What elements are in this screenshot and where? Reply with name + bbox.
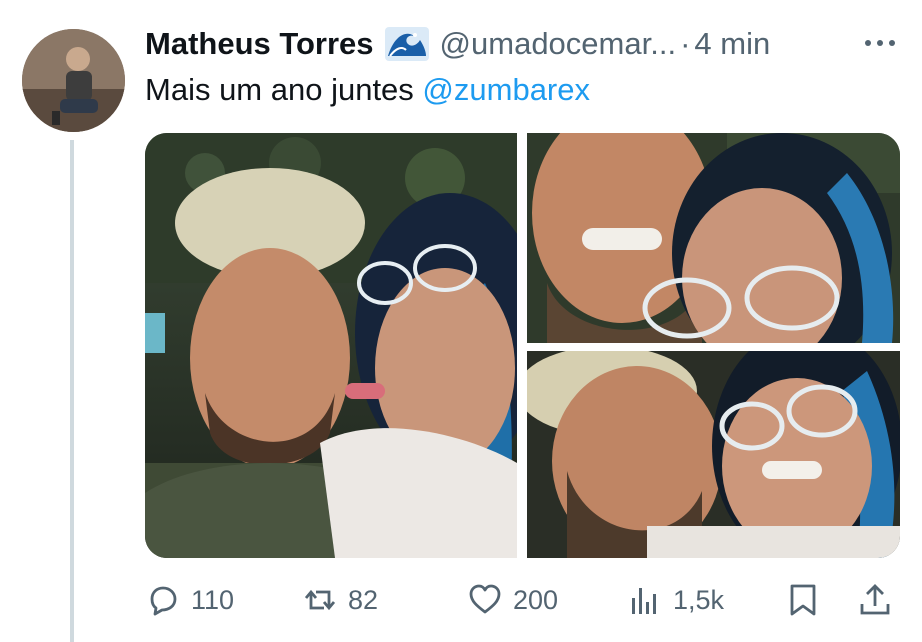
tweet-header: Matheus Torres @umadocemar... · 4 min bbox=[145, 22, 770, 66]
heart-icon bbox=[469, 584, 501, 614]
views-icon bbox=[632, 588, 656, 614]
share-button[interactable] bbox=[857, 578, 903, 622]
views-button[interactable]: 1,5k bbox=[627, 578, 724, 622]
reply-count: 110 bbox=[191, 584, 235, 615]
repost-button[interactable]: 82 bbox=[302, 578, 378, 622]
more-options-icon[interactable] bbox=[860, 28, 900, 58]
like-count: 200 bbox=[513, 584, 559, 615]
views-count: 1,5k bbox=[673, 584, 725, 615]
repost-icon bbox=[304, 589, 336, 611]
photo-selfie-kiss[interactable] bbox=[145, 133, 517, 558]
photo-selfie-smiling[interactable] bbox=[527, 133, 900, 343]
like-button[interactable]: 200 bbox=[467, 578, 558, 622]
bookmark-icon bbox=[790, 584, 816, 616]
tweet-text: Mais um ano juntes @zumbarex bbox=[145, 72, 590, 108]
author-avatar[interactable] bbox=[22, 29, 125, 132]
action-bar: 110 82 200 1,5k bbox=[145, 578, 905, 622]
media-grid bbox=[145, 133, 900, 558]
thread-line bbox=[70, 140, 74, 642]
share-icon bbox=[860, 584, 890, 615]
reply-icon bbox=[150, 586, 177, 616]
mention-link[interactable]: @zumbarex bbox=[422, 72, 590, 107]
tweet-time[interactable]: 4 min bbox=[694, 26, 770, 62]
wave-icon bbox=[384, 27, 429, 61]
repost-count: 82 bbox=[348, 584, 379, 615]
bookmark-button[interactable] bbox=[785, 578, 831, 622]
author-handle[interactable]: @umadocemar... bbox=[440, 26, 677, 62]
separator-dot: · bbox=[680, 26, 691, 61]
reply-button[interactable]: 110 bbox=[145, 578, 234, 622]
author-name[interactable]: Matheus Torres bbox=[145, 26, 374, 62]
photo-selfie-cheek[interactable] bbox=[527, 351, 900, 558]
tweet-body: Mais um ano juntes bbox=[145, 72, 423, 107]
